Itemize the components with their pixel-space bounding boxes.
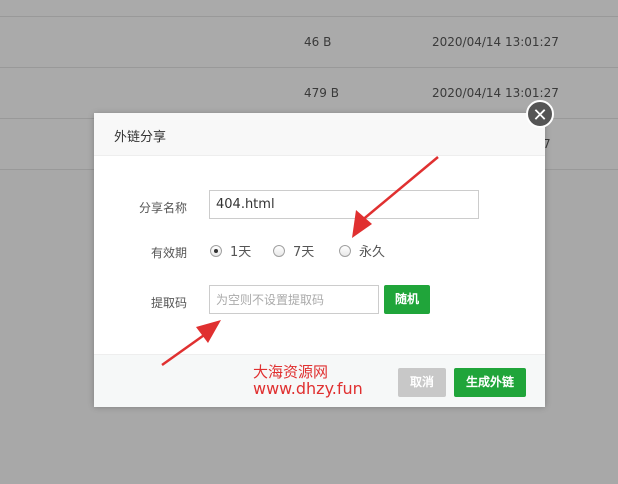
file-modified-time: 2020/04/14 13:01:27 (432, 86, 559, 100)
share-name-label: 分享名称 (138, 201, 187, 215)
validity-option-label: 永久 (359, 245, 386, 260)
dialog-title: 外链分享 (114, 130, 167, 145)
generate-link-button[interactable]: 生成外链 (454, 368, 526, 397)
validity-option-label: 1天 (230, 245, 252, 260)
file-size: 46 B (304, 35, 332, 49)
file-size: 479 B (304, 86, 339, 100)
file-modified-time: 2020/04/14 13:01:27 (432, 35, 559, 49)
extract-code-input[interactable] (209, 285, 379, 314)
radio-checked-icon (210, 244, 222, 257)
radio-icon (273, 244, 285, 257)
share-name-input[interactable] (209, 190, 479, 219)
extract-code-label: 提取码 (150, 296, 187, 310)
validity-label: 有效期 (150, 246, 187, 260)
validity-option-7days[interactable]: 7天 (273, 241, 314, 260)
external-link-share-dialog: 外链分享 ✕ 分享名称 有效期 1天 7天 永久 提取码 随机 大海资源网 ww… (94, 100, 554, 407)
validity-option-permanent[interactable]: 永久 (339, 241, 385, 260)
table-row: 46 B 2020/04/14 13:01:27 (0, 17, 618, 68)
random-button[interactable]: 随机 (384, 285, 430, 314)
cancel-button[interactable]: 取消 (398, 368, 446, 397)
close-icon[interactable]: ✕ (526, 100, 554, 128)
dialog-footer: 大海资源网 www.dhzy.fun 取消 生成外链 (94, 354, 545, 407)
dialog-header: 外链分享 (94, 113, 545, 156)
radio-icon (339, 244, 351, 257)
validity-option-label: 7天 (293, 245, 315, 260)
watermark-url: www.dhzy.fun (253, 379, 363, 398)
validity-option-1day[interactable]: 1天 (210, 241, 251, 260)
